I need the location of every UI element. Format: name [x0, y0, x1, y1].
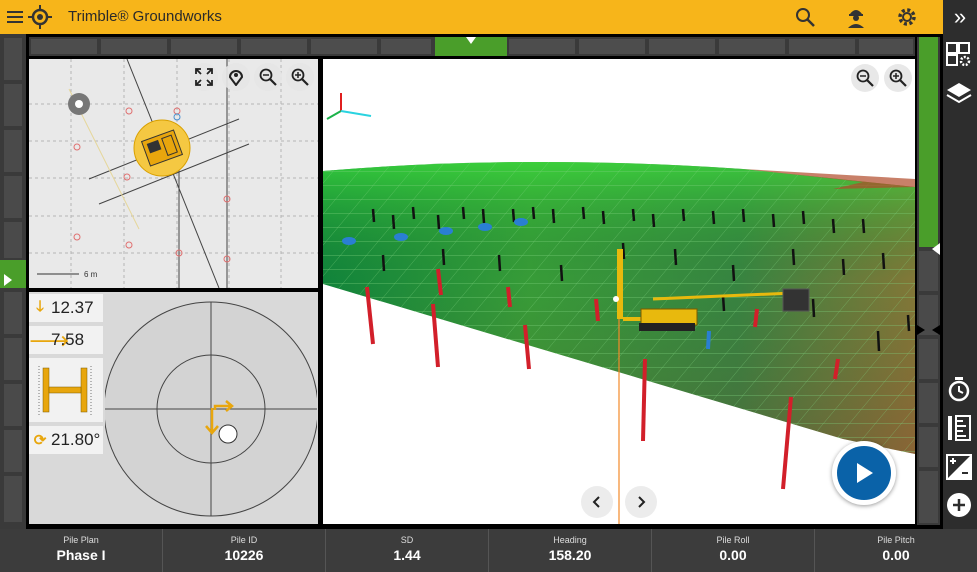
- status-value: 0.00: [719, 547, 747, 563]
- status-label: Pile Roll: [716, 535, 750, 545]
- trimble-logo-icon: [27, 4, 53, 30]
- pile-diagram-icon: [29, 358, 103, 422]
- next-pile-button[interactable]: [625, 486, 657, 518]
- zoom-out-3d-icon[interactable]: [851, 64, 879, 92]
- chevron-right-icon: [638, 496, 646, 508]
- cut-value: 12.37: [51, 298, 94, 317]
- status-label: Pile Pitch: [877, 535, 915, 545]
- plan-map[interactable]: 6 m: [29, 59, 318, 288]
- user-icon[interactable]: [843, 4, 869, 30]
- rotation-readout: ⟳ 21.80°: [29, 426, 103, 454]
- right-lightbar: [917, 37, 940, 525]
- map-scale-label: 6 m: [84, 270, 98, 279]
- app-title: Trimble® Groundworks: [68, 8, 222, 25]
- status-value: 1.44: [393, 547, 421, 563]
- arrow-right-icon: 🡒: [29, 332, 70, 350]
- status-value: 0.00: [882, 547, 910, 563]
- add-icon[interactable]: [945, 491, 973, 519]
- arrow-down-icon: 🡓: [36, 297, 44, 315]
- zoom-in-icon[interactable]: [286, 63, 314, 91]
- collapse-panel-button[interactable]: »: [943, 0, 977, 34]
- zoom-in-3d-icon[interactable]: [884, 64, 912, 92]
- top-lightbar: [29, 37, 915, 56]
- previous-pile-button[interactable]: [581, 486, 613, 518]
- lightbar-marker-icon: [4, 274, 12, 286]
- status-label: SD: [400, 535, 414, 545]
- status-value: 10226: [224, 547, 264, 563]
- search-icon[interactable]: [792, 4, 818, 30]
- layers-icon[interactable]: [945, 80, 973, 108]
- zoom-out-icon[interactable]: [254, 63, 282, 91]
- location-pin-icon[interactable]: [222, 63, 250, 91]
- plan-map-panel[interactable]: 6 m: [29, 59, 318, 288]
- rotation-value: 21.80°: [51, 430, 101, 449]
- play-icon: [837, 446, 891, 500]
- status-label: Heading: [553, 535, 587, 545]
- bullseye-target: [105, 301, 317, 517]
- status-value: Phase I: [56, 547, 106, 563]
- 3d-scene[interactable]: [323, 59, 915, 524]
- cut-readout: 🡓 12.37: [29, 294, 103, 322]
- double-chevron-right-icon: »: [953, 4, 967, 29]
- chevron-left-icon: [592, 496, 600, 508]
- settings-gear-icon[interactable]: [894, 4, 920, 30]
- app-header: Trimble® Groundworks: [0, 0, 977, 34]
- surface-edit-icon[interactable]: [945, 453, 973, 481]
- status-pile-pitch: Pile Pitch 0.00: [815, 529, 977, 572]
- status-label: Pile ID: [230, 535, 258, 545]
- offset-value: 7.58: [51, 330, 85, 349]
- hamburger-icon[interactable]: [2, 4, 28, 30]
- timer-icon[interactable]: [945, 375, 973, 403]
- status-label: Pile Plan: [63, 535, 99, 545]
- fullscreen-icon[interactable]: [190, 63, 218, 91]
- guidance-panel: 🡓 12.37 🡒 7.58 ⟳ 21.80°: [29, 292, 318, 524]
- status-pile-roll: Pile Roll 0.00: [652, 529, 815, 572]
- status-bar: Pile Plan Phase I Pile ID 10226 SD 1.44 …: [0, 529, 977, 572]
- status-sd: SD 1.44: [326, 529, 489, 572]
- status-value: 158.20: [548, 547, 592, 563]
- status-heading: Heading 158.20: [489, 529, 652, 572]
- status-pile-id: Pile ID 10226: [163, 529, 326, 572]
- 3d-view-panel[interactable]: [323, 59, 915, 524]
- offset-readout: 🡒 7.58: [29, 326, 103, 354]
- status-pile-plan[interactable]: Pile Plan Phase I: [0, 529, 163, 572]
- measure-icon[interactable]: [945, 414, 973, 442]
- rotate-icon: ⟳: [33, 432, 47, 449]
- play-button[interactable]: [832, 441, 896, 505]
- layout-settings-icon[interactable]: [945, 41, 973, 69]
